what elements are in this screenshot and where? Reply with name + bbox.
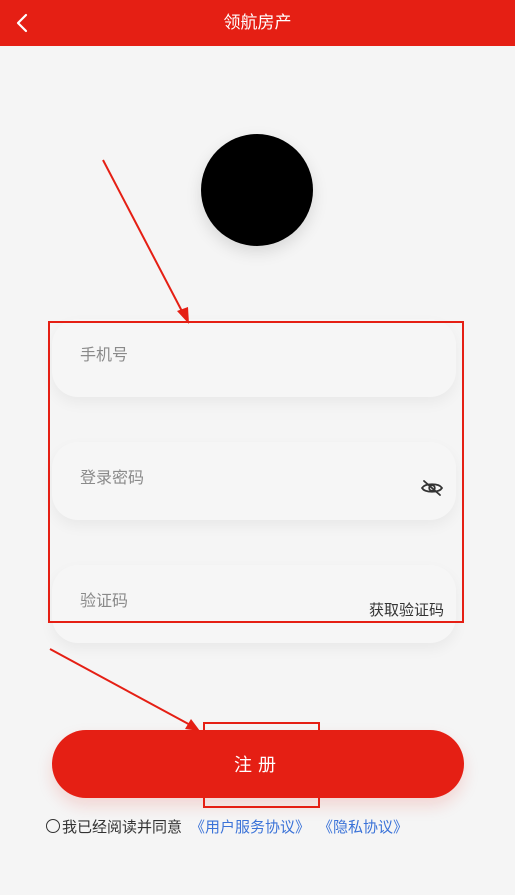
agreement-row: 我已经阅读并同意 《用户服务协议》 《隐私协议》 <box>46 814 486 838</box>
user-service-agreement-link[interactable]: 《用户服务协议》 <box>190 816 310 837</box>
phone-input[interactable] <box>80 339 380 369</box>
code-field-card: 获取验证码 <box>52 565 456 643</box>
chevron-left-icon <box>16 13 28 33</box>
avatar <box>201 134 313 246</box>
get-code-button[interactable]: 获取验证码 <box>369 599 444 620</box>
page-title: 领航房产 <box>223 13 292 33</box>
verification-code-input[interactable] <box>80 585 380 615</box>
eye-off-icon[interactable] <box>420 478 444 498</box>
back-button[interactable] <box>0 0 46 46</box>
app-header: 领航房产 <box>0 0 515 46</box>
phone-field-card <box>52 319 456 397</box>
agreement-radio[interactable] <box>46 819 60 833</box>
password-input[interactable] <box>80 462 380 492</box>
arrow-to-register <box>49 648 200 731</box>
agreement-text: 我已经阅读并同意 <box>62 817 183 836</box>
arrow-to-form <box>102 159 189 324</box>
register-button[interactable]: 注册 <box>52 730 464 798</box>
privacy-agreement-link[interactable]: 《隐私协议》 <box>318 816 408 837</box>
password-field-card <box>52 442 456 520</box>
